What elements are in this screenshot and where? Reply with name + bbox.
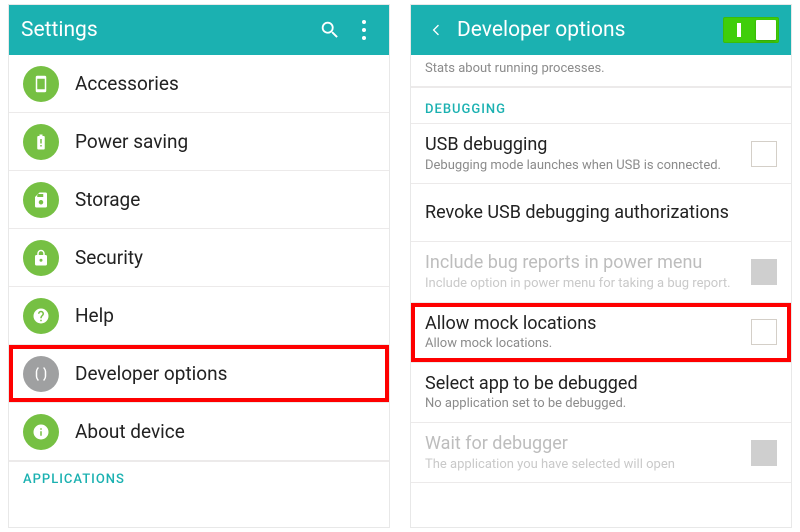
item-bug-reports-power-menu: Include bug reports in power menu Includ… bbox=[411, 242, 791, 302]
item-title: Select app to be debugged bbox=[425, 373, 777, 395]
item-select-debug-app[interactable]: Select app to be debugged No application… bbox=[411, 363, 791, 423]
section-applications: APPLICATIONS bbox=[9, 461, 389, 493]
item-subtitle: No application set to be debugged. bbox=[425, 396, 777, 412]
item-process-stats[interactable]: Process stats Stats about running proces… bbox=[411, 55, 791, 87]
settings-appbar: Settings bbox=[9, 5, 389, 55]
developer-options-screen: Developer options Process stats Stats ab… bbox=[410, 4, 792, 528]
settings-item-help[interactable]: Help bbox=[9, 287, 389, 345]
checkbox-disabled bbox=[751, 440, 777, 466]
devopts-master-toggle[interactable] bbox=[723, 17, 779, 43]
item-title: Allow mock locations bbox=[425, 313, 741, 335]
item-wait-for-debugger: Wait for debugger The application you ha… bbox=[411, 423, 791, 483]
settings-item-label: Accessories bbox=[75, 72, 179, 95]
settings-screen: Settings Accessories Power saving Storag… bbox=[8, 4, 390, 528]
item-subtitle: Include option in power menu for taking … bbox=[425, 276, 741, 292]
security-icon bbox=[23, 240, 59, 276]
checkbox[interactable] bbox=[751, 319, 777, 345]
item-usb-debugging[interactable]: USB debugging Debugging mode launches wh… bbox=[411, 124, 791, 184]
item-title: Wait for debugger bbox=[425, 433, 741, 455]
item-title: USB debugging bbox=[425, 134, 741, 156]
help-icon bbox=[23, 298, 59, 334]
settings-item-power-saving[interactable]: Power saving bbox=[9, 113, 389, 171]
settings-item-label: About device bbox=[75, 420, 185, 443]
settings-item-accessories[interactable]: Accessories bbox=[9, 55, 389, 113]
settings-item-label: Security bbox=[75, 246, 143, 269]
item-title: Revoke USB debugging authorizations bbox=[425, 202, 777, 224]
storage-icon bbox=[23, 182, 59, 218]
battery-icon bbox=[23, 124, 59, 160]
settings-item-developer-options[interactable]: Developer options bbox=[9, 345, 389, 403]
devopts-appbar: Developer options bbox=[411, 5, 791, 55]
settings-item-about-device[interactable]: About device bbox=[9, 403, 389, 461]
item-subtitle: Stats about running processes. bbox=[425, 61, 777, 77]
devopts-title: Developer options bbox=[457, 18, 715, 42]
settings-item-label: Power saving bbox=[75, 130, 188, 153]
settings-item-storage[interactable]: Storage bbox=[9, 171, 389, 229]
item-subtitle: Debugging mode launches when USB is conn… bbox=[425, 158, 741, 174]
developer-icon bbox=[23, 356, 59, 392]
item-allow-mock-locations[interactable]: Allow mock locations Allow mock location… bbox=[411, 303, 791, 363]
overflow-menu-icon[interactable] bbox=[351, 17, 377, 43]
item-subtitle: Allow mock locations. bbox=[425, 336, 741, 352]
settings-list: Accessories Power saving Storage Securit… bbox=[9, 55, 389, 527]
item-title: Process stats bbox=[425, 55, 777, 59]
checkbox[interactable] bbox=[751, 141, 777, 167]
devopts-list: Process stats Stats about running proces… bbox=[411, 55, 791, 527]
settings-item-label: Help bbox=[75, 304, 114, 327]
about-icon bbox=[23, 414, 59, 450]
checkbox-disabled bbox=[751, 259, 777, 285]
accessories-icon bbox=[23, 66, 59, 102]
item-title: Include bug reports in power menu bbox=[425, 252, 741, 274]
item-subtitle: The application you have selected will o… bbox=[425, 457, 741, 473]
settings-item-security[interactable]: Security bbox=[9, 229, 389, 287]
back-icon[interactable] bbox=[423, 17, 449, 43]
item-revoke-usb-auth[interactable]: Revoke USB debugging authorizations bbox=[411, 184, 791, 242]
section-debugging: DEBUGGING bbox=[411, 87, 791, 124]
settings-title: Settings bbox=[21, 18, 309, 42]
search-icon[interactable] bbox=[317, 17, 343, 43]
settings-item-label: Storage bbox=[75, 188, 140, 211]
settings-item-label: Developer options bbox=[75, 362, 227, 385]
